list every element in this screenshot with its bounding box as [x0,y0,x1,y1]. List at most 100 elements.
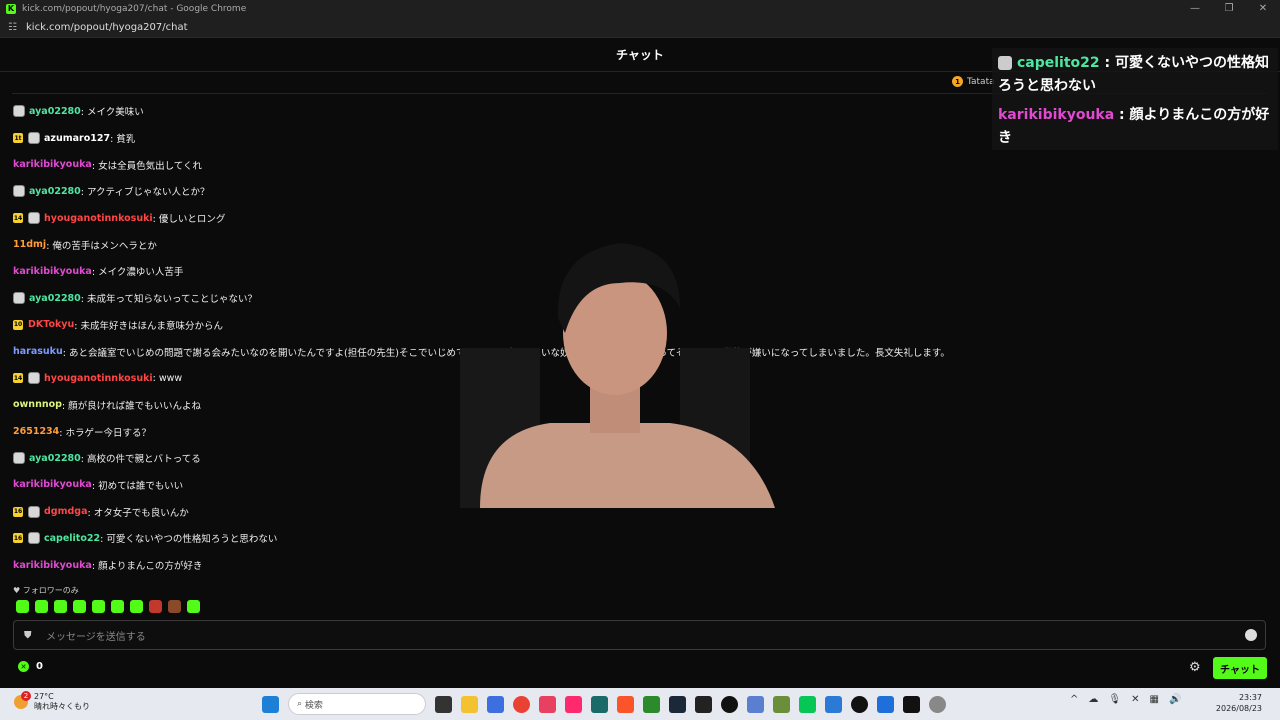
task-view-icon[interactable] [435,695,452,713]
chat-message: karikibikyouka: 顔よりまんこの方が好き [13,552,1053,579]
chat-username[interactable]: karikibikyouka [13,266,92,277]
app-icon[interactable] [903,695,920,713]
taskbar-search[interactable]: ⌕ 検索 [288,693,426,715]
emoji-picker-icon[interactable] [1245,629,1257,641]
volume-icon[interactable]: 🔊 [1169,694,1181,705]
pinned-gifter-name: Tatata [967,76,995,87]
chat-message-text: : 俺の苦手はメンヘラとか [46,240,157,252]
start-icon[interactable] [262,695,279,713]
chevron-up-icon[interactable]: ^ [1070,694,1078,705]
settings-icon[interactable] [929,695,946,713]
chat-input[interactable]: ⛊ メッセージを送信する [13,620,1266,650]
chat-input-placeholder[interactable]: メッセージを送信する [46,628,146,643]
chat-message-text: : メイク美味い [80,107,144,119]
line-icon[interactable] [799,695,816,713]
close-button[interactable]: ✕ [1246,0,1280,17]
weather-condition: 晴れ時々くもり [34,702,90,711]
chat-overlay: capelito22 : 可愛くないやつの性格知ろうと思わない karikibi… [992,48,1278,150]
app-icon[interactable] [825,695,842,713]
chat-title: チャット [616,48,664,62]
chat-username[interactable]: karikibikyouka [13,479,92,490]
chat-username[interactable]: 11dmj [13,239,46,250]
gear-icon[interactable]: ⚙ [1189,660,1201,675]
emote-icon[interactable] [149,600,162,613]
emote-icon[interactable] [35,600,48,613]
chat-username[interactable]: aya02280 [29,293,81,304]
subscriber-badge-icon: 14 [13,373,23,384]
chat-username[interactable]: aya02280 [29,106,81,117]
chat-username[interactable]: karikibikyouka [13,159,92,170]
microphone-icon[interactable]: 🎙 [1108,694,1121,705]
chat-username[interactable]: hyouganotinnkosuki [44,373,153,384]
chat-message-text: : 可愛くないやつの性格知ろうと思わない [100,534,278,546]
overlay-message: karikibikyouka : 顔よりまんこの方が好き [998,104,1272,150]
app-icon[interactable] [695,695,712,713]
emote-icon[interactable] [168,600,181,613]
chat-username[interactable]: karikibikyouka [13,560,92,571]
chat-username[interactable]: harasuku [13,346,63,357]
emote-icon[interactable] [73,600,86,613]
taskbar: 2 27°C 晴れ時々くもり ⌕ 検索 ^ ☁ 🎙 ✕ ▦ 🔊 23:37 20… [0,688,1280,720]
emote-icon[interactable] [187,600,200,613]
emote-icon[interactable] [54,600,67,613]
chat-username[interactable]: DKTokyu [28,319,74,330]
heart-icon: ♥ [13,586,23,595]
app-icon[interactable] [539,695,556,713]
chat-username[interactable]: azumaro127 [44,133,110,144]
obs-icon[interactable] [721,695,738,713]
chrome-icon[interactable] [513,695,530,713]
minecraft-icon[interactable] [773,695,790,713]
app-icon[interactable] [643,695,660,713]
window-title: kick.com/popout/hyoga207/chat - Google C… [22,3,247,14]
subscriber-badge-icon: 16 [13,533,23,544]
app-icon[interactable] [487,695,504,713]
chat-username[interactable]: dgmdga [44,506,88,517]
app-icon[interactable] [747,695,764,713]
channel-points[interactable]: ✕ 0 [18,661,43,672]
emote-icon[interactable] [16,600,29,613]
emote-icon[interactable] [111,600,124,613]
clock[interactable]: 23:37 2026/08/23 [1216,692,1262,714]
send-chat-button[interactable]: チャット [1213,657,1267,679]
bluetooth-icon[interactable]: ✕ [1131,694,1139,705]
chat-message-text: : 貧乳 [110,134,136,146]
avatar [13,185,25,198]
chat-footer: ✕ 0 ⚙ チャット [0,655,1280,681]
app-icon[interactable] [591,695,608,713]
followers-only-label: ♥ フォロワーのみ [13,585,79,596]
app-icon[interactable] [877,695,894,713]
chat-username[interactable]: ownnnop [13,399,62,410]
chat-username[interactable]: aya02280 [29,453,81,464]
unreal-icon[interactable] [851,695,868,713]
chat-username[interactable]: 2651234 [13,426,59,437]
temperature: 27°C [34,692,54,701]
weather-widget[interactable]: 2 27°C 晴れ時々くもり [14,691,90,712]
minimize-button[interactable]: — [1178,0,1212,17]
cloud-icon[interactable]: ☁ [1088,694,1098,705]
points-count: 0 [36,661,43,672]
chat-message-text: : メイク濃ゆい人苦手 [91,267,184,279]
clock-date: 2026/08/23 [1215,704,1262,713]
maximize-button[interactable]: ❐ [1212,0,1246,17]
chat-username[interactable]: capelito22 [44,533,100,544]
taskbar-search-placeholder: 検索 [304,700,323,711]
emote-icon[interactable] [92,600,105,613]
chat-username[interactable]: aya02280 [29,186,81,197]
site-settings-icon[interactable]: ☷ [8,22,20,33]
network-icon[interactable]: ▦ [1149,694,1158,705]
pinned-gifter[interactable]: 1 Tatata [952,76,995,87]
chat-username[interactable]: hyouganotinnkosuki [44,213,153,224]
streamer-webcam [460,243,775,508]
brave-icon[interactable] [617,695,634,713]
steam-icon[interactable] [669,695,686,713]
chat-message: 16 capelito22: 可愛くないやつの性格知ろうと思わない [13,525,1053,552]
tiktok-icon[interactable] [565,695,582,713]
url-text[interactable]: kick.com/popout/hyoga207/chat [26,22,188,33]
subscriber-badge-icon: 1t [13,133,23,144]
emote-icon[interactable] [130,600,143,613]
avatar [28,372,40,385]
address-bar[interactable]: ☷ kick.com/popout/hyoga207/chat [0,17,1280,38]
chat-message-text: : 女は全員色気出してくれ [91,160,202,172]
file-explorer-icon[interactable] [461,695,478,713]
chat-message-text: : オタ女子でも良いんか [87,507,189,519]
